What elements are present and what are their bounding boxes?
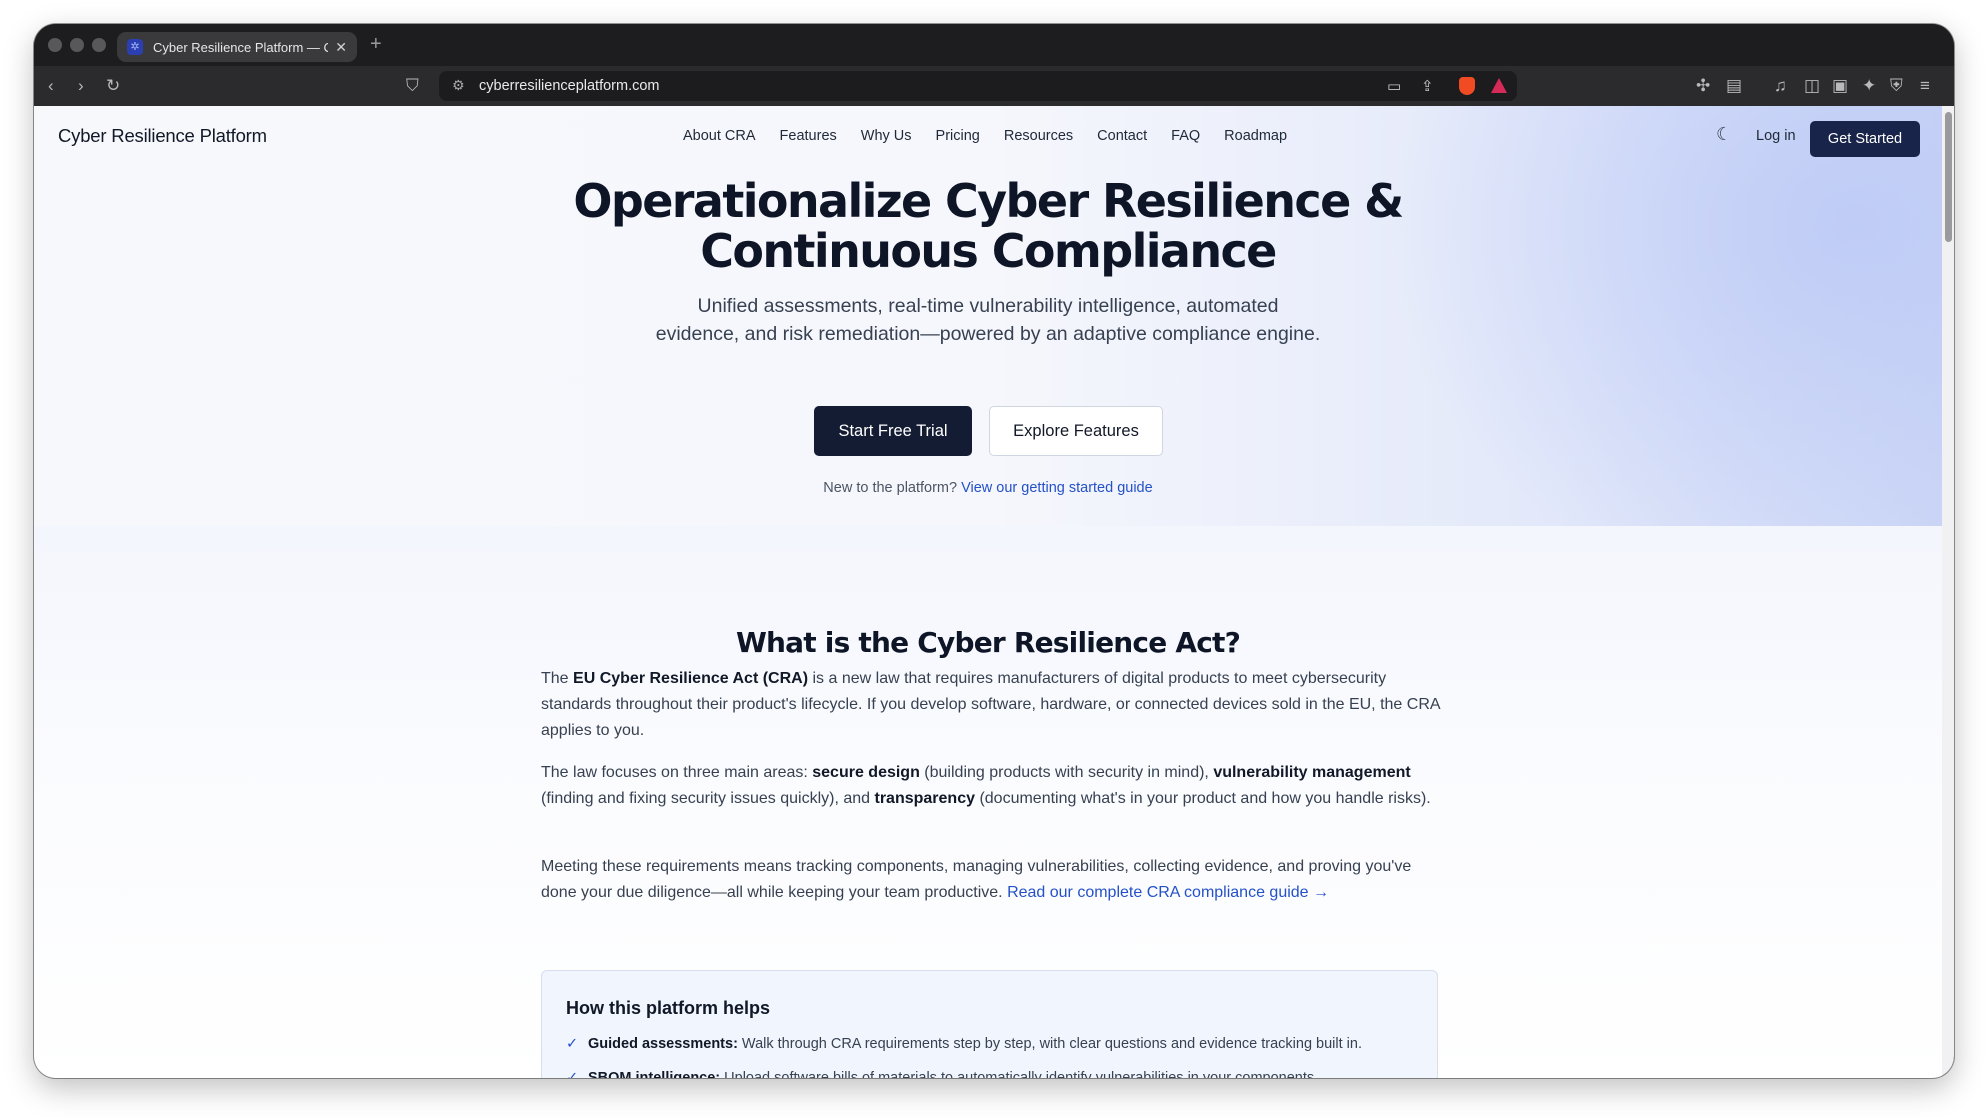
address-bar[interactable]: ⚙ cyberresilienceplatform.com ▭ ⇪ xyxy=(439,71,1517,101)
page-viewport: Cyber Resilience Platform About CRA Feat… xyxy=(34,106,1942,1078)
brave-shields-icon[interactable] xyxy=(1459,77,1475,95)
vpn-icon[interactable]: ⛨ xyxy=(1890,76,1903,96)
browser-tab[interactable]: ✲ Cyber Resilience Platform — C ✕ xyxy=(117,32,357,62)
scrollbar-thumb[interactable] xyxy=(1945,112,1952,242)
close-window-icon[interactable] xyxy=(48,38,62,52)
nav-faq[interactable]: FAQ xyxy=(1171,128,1200,144)
platform-helps-card: How this platform helps ✓ Guided assessme… xyxy=(541,970,1438,1078)
check-icon: ✓ xyxy=(566,1036,579,1052)
nav-pricing[interactable]: Pricing xyxy=(936,128,980,144)
reader-icon[interactable]: ▤ xyxy=(1726,76,1742,96)
list-item: ✓ Guided assessments: Walk through CRA re… xyxy=(566,1036,1362,1052)
minimize-window-icon[interactable] xyxy=(70,38,84,52)
cast-icon[interactable]: ▭ xyxy=(1387,77,1401,95)
extensions-icon[interactable]: ✣ xyxy=(1696,76,1710,96)
nav-roadmap[interactable]: Roadmap xyxy=(1224,128,1287,144)
share-icon[interactable]: ⇪ xyxy=(1421,77,1434,95)
bookmark-icon[interactable]: ⛉ xyxy=(406,76,419,96)
browser-toolbar: ‹ › ↻ ⛉ ⚙ cyberresilienceplatform.com ▭ … xyxy=(34,66,1954,106)
hero-subtitle: Unified assessments, real-time vulnerabi… xyxy=(655,295,1321,345)
site-info-icon[interactable]: ⚙ xyxy=(452,77,465,94)
explore-features-button[interactable]: Explore Features xyxy=(989,406,1163,456)
close-tab-icon[interactable]: ✕ xyxy=(335,39,347,56)
dark-mode-toggle-icon[interactable]: ☾ xyxy=(1716,124,1732,145)
wallet-icon[interactable]: ▣ xyxy=(1832,76,1848,96)
nav-resources[interactable]: Resources xyxy=(1004,128,1073,144)
nav-features[interactable]: Features xyxy=(780,128,837,144)
get-started-button[interactable]: Get Started xyxy=(1810,121,1920,157)
menu-icon[interactable]: ≡ xyxy=(1920,76,1930,96)
helps-title: How this platform helps xyxy=(566,998,771,1018)
browser-window: ✲ Cyber Resilience Platform — C ✕ + ‹ › … xyxy=(34,24,1954,1078)
start-free-trial-button[interactable]: Start Free Trial xyxy=(814,406,972,456)
getting-started-guide-link[interactable]: View our getting started guide xyxy=(961,480,1153,496)
main-nav: About CRA Features Why Us Pricing Resour… xyxy=(683,128,1311,144)
nav-about-cra[interactable]: About CRA xyxy=(683,128,756,144)
getting-started-prompt: New to the platform? View our getting st… xyxy=(823,480,1153,496)
cra-guide-link[interactable]: Read our complete CRA compliance guide → xyxy=(1007,884,1329,901)
cra-paragraph-1: The EU Cyber Resilience Act (CRA) is a n… xyxy=(541,670,1440,739)
list-item: ✓ SBOM intelligence: Upload software bill… xyxy=(566,1070,1318,1078)
forward-icon[interactable]: › xyxy=(78,76,84,96)
login-link[interactable]: Log in xyxy=(1756,128,1796,144)
nav-contact[interactable]: Contact xyxy=(1097,128,1147,144)
new-tab-icon[interactable]: + xyxy=(370,33,382,56)
url-text[interactable]: cyberresilienceplatform.com xyxy=(479,78,660,94)
reload-icon[interactable]: ↻ xyxy=(106,76,120,96)
tab-strip: ✲ Cyber Resilience Platform — C ✕ + xyxy=(34,24,1954,66)
leo-ai-icon[interactable]: ✦ xyxy=(1862,76,1876,96)
hero-title: Operationalize Cyber Resilience & Contin… xyxy=(573,174,1404,278)
brave-rewards-icon[interactable] xyxy=(1491,78,1507,93)
shield-favicon-icon: ✲ xyxy=(127,39,143,55)
scrollbar[interactable] xyxy=(1942,106,1954,1078)
back-icon[interactable]: ‹ xyxy=(48,76,54,96)
cra-paragraph-2: The law focuses on three main areas: sec… xyxy=(541,764,1431,807)
media-icon[interactable]: ♫ xyxy=(1774,76,1787,96)
sidebar-icon[interactable]: ◫ xyxy=(1804,76,1820,96)
check-icon: ✓ xyxy=(566,1070,579,1078)
nav-why-us[interactable]: Why Us xyxy=(861,128,912,144)
brand-logo[interactable]: Cyber Resilience Platform xyxy=(58,125,267,147)
cra-paragraph-3: Meeting these requirements means trackin… xyxy=(541,858,1412,901)
tab-title: Cyber Resilience Platform — C xyxy=(153,39,328,55)
zoom-window-icon[interactable] xyxy=(92,38,106,52)
cra-section-title: What is the Cyber Resilience Act? xyxy=(735,626,1241,659)
hero-section: Cyber Resilience Platform About CRA Feat… xyxy=(34,106,1942,526)
